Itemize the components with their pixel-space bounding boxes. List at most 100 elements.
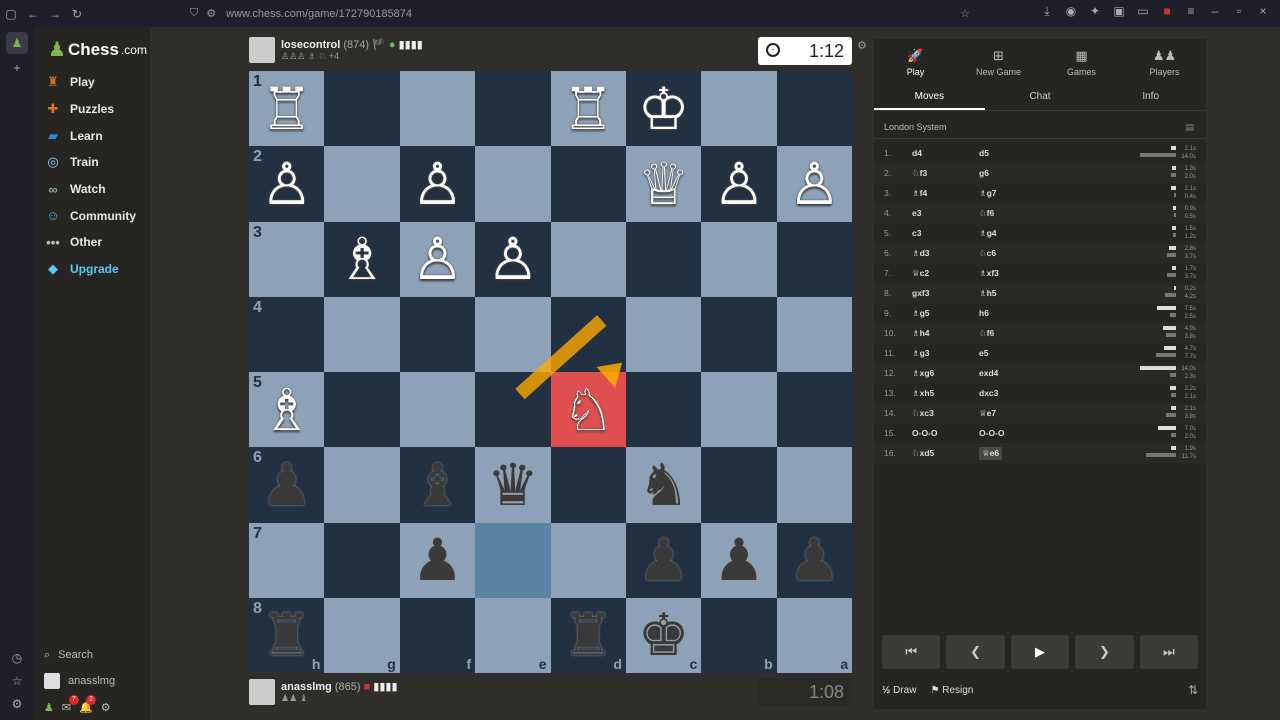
black-pawn-piece[interactable]: ♟ bbox=[638, 531, 690, 589]
square[interactable] bbox=[550, 221, 626, 297]
square[interactable]: d ♜ bbox=[550, 597, 626, 673]
square[interactable]: e bbox=[475, 597, 551, 673]
notifications-icon[interactable]: 🔔 2 bbox=[79, 694, 97, 714]
square[interactable] bbox=[550, 146, 626, 222]
square[interactable] bbox=[324, 146, 400, 222]
square[interactable] bbox=[625, 372, 702, 448]
white-move[interactable]: d4 bbox=[912, 148, 979, 158]
white-move[interactable]: ♗g3 bbox=[912, 348, 979, 359]
square[interactable] bbox=[475, 296, 551, 372]
reload-icon[interactable]: ↻ bbox=[66, 7, 88, 21]
maximize-icon[interactable]: ▫ bbox=[1228, 4, 1250, 19]
black-pawn-piece[interactable]: ♟ bbox=[713, 531, 765, 589]
player-name[interactable]: anasslmg bbox=[281, 681, 332, 693]
account-icon[interactable]: ◉ bbox=[1060, 4, 1082, 19]
square[interactable] bbox=[475, 372, 551, 448]
search-button[interactable]: ⌕ Search bbox=[44, 642, 148, 668]
black-rook-piece[interactable]: ♜ bbox=[261, 606, 313, 664]
white-king-piece[interactable]: ♔ bbox=[638, 80, 690, 138]
square[interactable] bbox=[550, 296, 626, 372]
square[interactable]: ♟ bbox=[399, 522, 476, 598]
square[interactable] bbox=[324, 296, 400, 372]
square[interactable] bbox=[475, 522, 551, 598]
next-move-button[interactable]: ❯ bbox=[1075, 635, 1134, 669]
white-queen-piece[interactable]: ♕ bbox=[638, 155, 690, 213]
white-pawn-piece[interactable]: ♙ bbox=[487, 230, 539, 288]
menu-icon[interactable]: ≡ bbox=[1180, 4, 1202, 19]
nav-upgrade[interactable]: ◆ Upgrade bbox=[44, 256, 148, 283]
book-icon[interactable]: ▤ bbox=[1185, 111, 1194, 143]
black-knight-piece[interactable]: ♞ bbox=[638, 456, 690, 514]
back-icon[interactable]: ← bbox=[22, 7, 44, 21]
square[interactable]: ♙ bbox=[776, 146, 853, 222]
square[interactable]: 6 ♟ bbox=[249, 447, 325, 523]
extensions-icon[interactable]: ✦ bbox=[1084, 4, 1106, 19]
white-move[interactable]: ♘xc3 bbox=[912, 408, 979, 419]
black-queen-piece[interactable]: ♛ bbox=[487, 456, 539, 514]
square[interactable] bbox=[324, 447, 400, 523]
square[interactable] bbox=[776, 221, 853, 297]
black-move[interactable]: exd4 bbox=[979, 368, 1059, 378]
square[interactable]: ♙ bbox=[399, 146, 476, 222]
square[interactable] bbox=[475, 71, 551, 147]
black-move[interactable]: g6 bbox=[979, 168, 1059, 178]
square[interactable]: ♝ bbox=[399, 447, 476, 523]
black-pawn-piece[interactable]: ♟ bbox=[411, 531, 463, 589]
square[interactable]: f bbox=[399, 597, 476, 673]
flip-board-icon[interactable]: ⇅ bbox=[1188, 683, 1198, 697]
white-move[interactable]: ♘f3 bbox=[912, 168, 979, 179]
white-move[interactable]: gxf3 bbox=[912, 288, 979, 298]
square[interactable]: 7 bbox=[249, 522, 325, 598]
nav-community[interactable]: ☺ Community bbox=[44, 202, 148, 229]
black-pawn-piece[interactable]: ♟ bbox=[261, 456, 313, 514]
play-button[interactable]: ▶ bbox=[1010, 635, 1070, 669]
black-move[interactable]: ♕e7 bbox=[979, 408, 1059, 419]
white-move[interactable]: ♘xd5 bbox=[912, 448, 979, 459]
square[interactable]: g bbox=[324, 597, 400, 673]
black-move[interactable]: ♗g4 bbox=[979, 228, 1059, 239]
square[interactable]: ♕ bbox=[625, 146, 702, 222]
square[interactable]: ♗ bbox=[324, 221, 400, 297]
white-move[interactable]: c3 bbox=[912, 228, 979, 238]
white-move[interactable]: ♗h4 bbox=[912, 328, 979, 339]
white-pawn-piece[interactable]: ♙ bbox=[713, 155, 765, 213]
black-move[interactable]: ♗h5 bbox=[979, 288, 1059, 299]
square[interactable]: 2 ♙ bbox=[249, 146, 325, 222]
black-pawn-piece[interactable]: ♟ bbox=[788, 531, 840, 589]
square[interactable] bbox=[550, 447, 626, 523]
square[interactable] bbox=[701, 447, 777, 523]
black-move[interactable]: ♘f6 bbox=[979, 328, 1059, 339]
square[interactable]: 8 h ♜ bbox=[249, 597, 325, 673]
opponent-avatar[interactable] bbox=[249, 37, 275, 63]
tab-icon[interactable]: ▭ bbox=[1132, 4, 1154, 19]
tab-players[interactable]: ♟♟ Players bbox=[1123, 39, 1206, 85]
chess-board[interactable]: 1 ♖ ♖ ♔ 2 ♙ ♙ ♕ ♙ ♙ 3 ♗ ♙ ♙ 4 5 ♗ ♘ 6 ♟ ♝ ♛ ♞ 7 ♟ ♟ ♟ ♟ 8 h ♜ g f e d ♜ c ♚ b a bbox=[249, 71, 853, 673]
resign-button[interactable]: ⚑ Resign bbox=[930, 685, 973, 696]
chess-logo[interactable]: ♟ Chess .com bbox=[48, 37, 147, 62]
white-pawn-piece[interactable]: ♙ bbox=[261, 155, 313, 213]
forward-icon[interactable]: → bbox=[44, 7, 66, 21]
black-move[interactable]: e5 bbox=[979, 348, 1059, 358]
white-rook-piece[interactable]: ♖ bbox=[562, 80, 614, 138]
white-pawn-piece[interactable]: ♙ bbox=[411, 155, 463, 213]
white-move[interactable]: ♗d3 bbox=[912, 248, 979, 259]
square[interactable] bbox=[324, 522, 400, 598]
black-move[interactable]: dxc3 bbox=[979, 388, 1059, 398]
square[interactable]: ♖ bbox=[550, 71, 626, 147]
square[interactable] bbox=[776, 372, 853, 448]
url-bar[interactable]: ⛉ ⚙ www.chess.com/game/172790185874 ☆ bbox=[190, 4, 980, 23]
black-move[interactable]: ♘c6 bbox=[979, 248, 1059, 259]
white-bishop-piece[interactable]: ♗ bbox=[336, 230, 388, 288]
nav-watch[interactable]: ∞ Watch bbox=[44, 176, 148, 203]
white-knight-piece[interactable]: ♘ bbox=[562, 381, 614, 439]
square[interactable]: 4 bbox=[249, 296, 325, 372]
bookmarks-icon[interactable]: ☆ bbox=[6, 670, 28, 692]
square[interactable] bbox=[324, 372, 400, 448]
draw-button[interactable]: ½ Draw bbox=[882, 685, 916, 696]
square[interactable] bbox=[776, 71, 853, 147]
square[interactable] bbox=[701, 296, 777, 372]
square[interactable]: 5 ♗ bbox=[249, 372, 325, 448]
friends-icon[interactable]: ♟ bbox=[44, 701, 54, 714]
square[interactable] bbox=[550, 522, 626, 598]
square[interactable] bbox=[399, 296, 476, 372]
